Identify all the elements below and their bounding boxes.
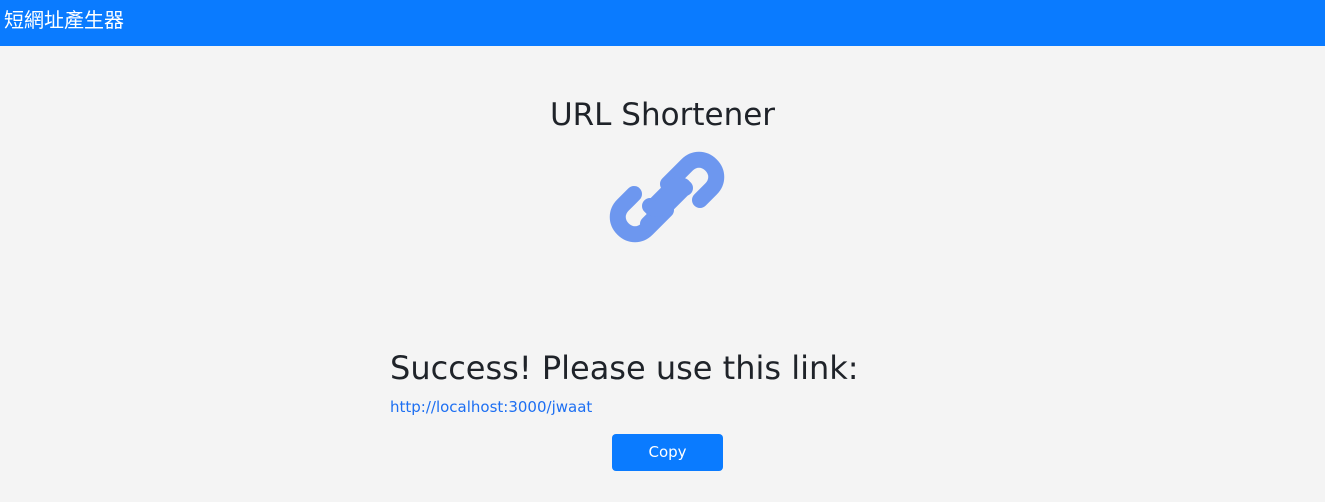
navbar: 短網址產生器	[0, 0, 1325, 46]
success-message: Success! Please use this link:	[390, 349, 859, 387]
link-icon	[608, 138, 726, 254]
shortened-url-link[interactable]: http://localhost:3000/jwaat	[390, 397, 592, 417]
copy-button[interactable]: Copy	[612, 434, 723, 471]
navbar-brand[interactable]: 短網址產生器	[4, 8, 124, 32]
page-title: URL Shortener	[549, 97, 776, 133]
